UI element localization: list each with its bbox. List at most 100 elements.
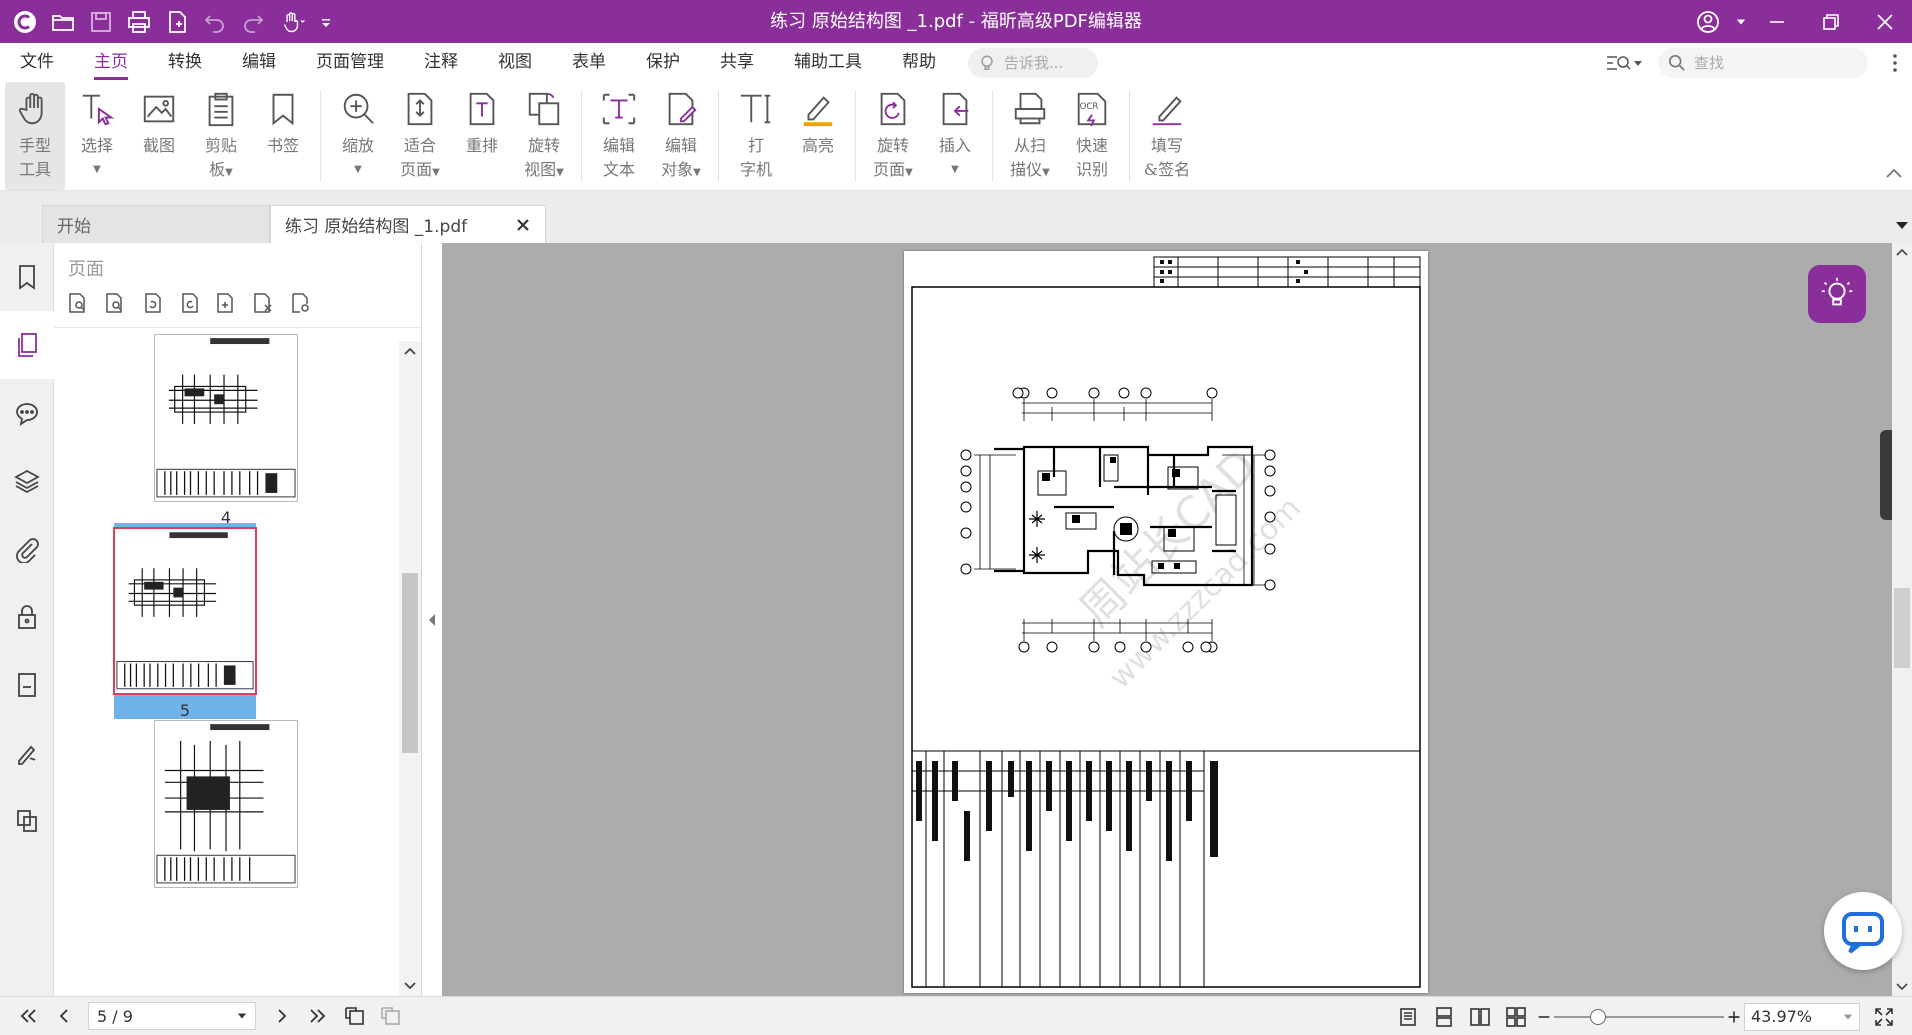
clipboard-button[interactable]: 剪贴 板▼ [191,82,251,190]
rotate-left-page-icon[interactable] [138,289,165,316]
last-page-icon[interactable] [300,997,336,1035]
menu-page-management[interactable]: 页面管理 [296,43,404,82]
restore-icon[interactable] [1804,0,1858,43]
menu-form[interactable]: 表单 [552,43,626,82]
close-tab-icon[interactable] [513,215,533,235]
document-viewer[interactable]: 周站长CAD www.zzzcad.com [442,243,1892,996]
continuous-facing-view-icon[interactable] [1498,997,1534,1035]
delete-page-icon[interactable] [249,289,276,316]
next-view-icon[interactable] [372,997,408,1035]
customize-toolbar-icon[interactable] [316,0,336,43]
zoom-slider[interactable] [1554,997,1724,1035]
tell-me-box[interactable]: 告诉我... [968,47,1098,78]
menu-file[interactable]: 文件 [0,43,74,82]
scroll-up-icon[interactable] [1892,243,1912,263]
pages-panel-icon[interactable] [0,311,54,379]
zoom-out-icon[interactable] [1534,997,1554,1035]
account-icon[interactable] [1684,0,1732,43]
security-panel-icon[interactable] [0,583,54,651]
previous-page-icon[interactable] [46,997,82,1035]
page-thumbnail[interactable]: 4 [152,334,300,527]
scrollbar-thumb[interactable] [1894,588,1910,668]
search-input[interactable]: 查找 [1658,47,1868,78]
menu-convert[interactable]: 转换 [148,43,222,82]
insert-button[interactable]: 插入 ▼ [925,82,985,190]
menu-comment[interactable]: 注释 [404,43,478,82]
tips-button[interactable] [1808,265,1866,323]
scroll-up-icon[interactable] [399,341,421,363]
rotate-page-button[interactable]: 旋转 页面▼ [863,82,923,190]
page-properties-icon[interactable] [286,289,313,316]
bookmark-button[interactable]: 书签 [253,82,313,190]
open-folder-icon[interactable] [44,0,82,43]
page-dropdown-icon[interactable] [237,1011,247,1021]
hand-tool-quick-icon[interactable] [272,0,316,43]
redo-icon[interactable] [234,0,272,43]
minimize-icon[interactable] [1750,0,1804,43]
edit-object-button[interactable]: 编辑 对象▼ [651,82,711,190]
new-document-icon[interactable] [158,0,196,43]
attachments-panel-icon[interactable] [0,515,54,583]
undo-icon[interactable] [196,0,234,43]
viewer-scrollbar[interactable] [1892,243,1912,996]
collapse-ribbon-icon[interactable] [1884,164,1904,184]
collapse-panel-icon[interactable] [426,612,438,628]
insert-page-icon[interactable] [212,289,239,316]
reflow-button[interactable]: 重排 [452,82,512,190]
zoom-slider-knob[interactable] [1590,1009,1606,1025]
menu-help[interactable]: 帮助 [882,43,956,82]
hand-tool-button[interactable]: 手型 工具 [5,82,65,190]
account-dropdown-icon[interactable] [1732,0,1750,43]
comments-panel-icon[interactable] [0,379,54,447]
tab-list-dropdown-icon[interactable] [1894,217,1910,233]
chat-assistant-button[interactable] [1824,892,1902,970]
menu-accessibility[interactable]: 辅助工具 [774,43,882,82]
menu-share[interactable]: 共享 [700,43,774,82]
single-page-view-icon[interactable] [1390,997,1426,1035]
scroll-down-icon[interactable] [1892,976,1912,996]
menu-view[interactable]: 视图 [478,43,552,82]
fit-page-button[interactable]: 适合 页面▼ [390,82,450,190]
rotate-right-page-icon[interactable] [175,289,202,316]
from-scanner-button[interactable]: 从扫 描仪▼ [1000,82,1060,190]
typewriter-button[interactable]: 打 字机 [726,82,786,190]
snapshot-button[interactable]: 截图 [129,82,189,190]
previous-view-icon[interactable] [336,997,372,1035]
zoom-dropdown-icon[interactable] [1843,1012,1853,1022]
scroll-down-icon[interactable] [399,974,421,996]
search-options-icon[interactable] [1600,48,1648,78]
fill-sign-button[interactable]: 填写 &签名 [1137,82,1197,190]
app-logo-icon[interactable] [6,0,44,43]
full-screen-icon[interactable] [1866,997,1902,1035]
menu-edit[interactable]: 编辑 [222,43,296,82]
signatures-panel-icon[interactable] [0,719,54,787]
tab-start[interactable]: 开始 [42,205,270,243]
page-thumbnail[interactable] [152,720,300,888]
close-window-icon[interactable] [1858,0,1912,43]
rotate-view-button[interactable]: 旋转 视图▼ [514,82,574,190]
layers-panel-icon[interactable] [0,447,54,515]
print-icon[interactable] [120,0,158,43]
zoom-in-icon[interactable] [1724,997,1744,1035]
content-panel-icon[interactable] [0,651,54,719]
more-options-icon[interactable] [1878,48,1912,78]
edit-text-button[interactable]: 编辑 文本 [589,82,649,190]
quick-ocr-button[interactable]: OCR 快速 识别 [1062,82,1122,190]
select-button[interactable]: 选择 ▼ [67,82,127,190]
next-page-icon[interactable] [264,997,300,1035]
page-thumbnail-selected[interactable]: 5 [113,523,257,720]
reduce-thumbnail-icon[interactable] [101,289,128,316]
bookmarks-panel-icon[interactable] [0,243,54,311]
menu-home[interactable]: 主页 [74,43,148,82]
page-number-input[interactable]: 5 / 9 [88,1002,256,1030]
first-page-icon[interactable] [10,997,46,1035]
continuous-view-icon[interactable] [1426,997,1462,1035]
side-panel-grip[interactable] [1880,430,1892,520]
save-icon[interactable] [82,0,120,43]
zoom-level-input[interactable]: 43.97% [1744,1002,1860,1031]
tab-current-document[interactable]: 练习 原始结构图 _1.pdf [270,205,546,243]
compare-panel-icon[interactable] [0,787,54,855]
highlight-button[interactable]: 高亮 [788,82,848,190]
facing-view-icon[interactable] [1462,997,1498,1035]
scrollbar-thumb[interactable] [402,573,418,753]
